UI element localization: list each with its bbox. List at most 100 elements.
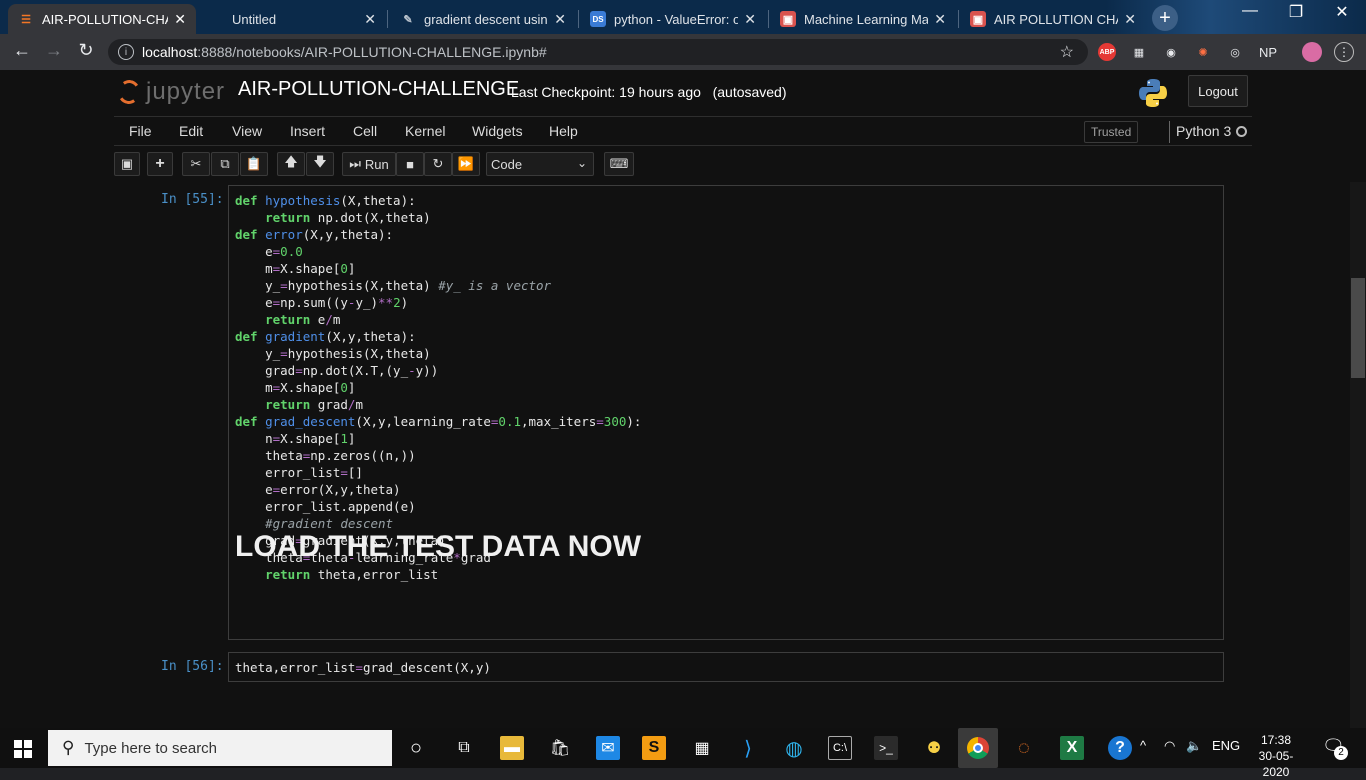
code-cell-editor[interactable]: theta,error_list=grad_descent(X,y)	[228, 652, 1224, 682]
menu-help[interactable]: Help	[549, 123, 578, 139]
tab-air-pollution-notebook[interactable]: ☰ AIR-POLLUTION-CHALL ✕	[8, 4, 196, 34]
adblock-label: ABP	[1099, 48, 1115, 56]
tab-gradient-descent[interactable]: ✎ gradient descent using ✕	[390, 4, 576, 34]
scrollbar-thumb[interactable]	[1351, 278, 1365, 378]
tab-machine-learning-mastery[interactable]: ▣ Machine Learning Mast ✕	[770, 4, 956, 34]
minimize-icon[interactable]: —	[1230, 2, 1270, 20]
close-icon[interactable]: ✕	[1124, 11, 1136, 28]
code-content[interactable]: def hypothesis(X,theta): return np.dot(X…	[235, 192, 641, 583]
bookmark-star-icon[interactable]: ☆	[1060, 42, 1074, 62]
windows-start-icon[interactable]	[14, 740, 32, 758]
close-window-icon[interactable]: ✕	[1322, 2, 1362, 22]
cortana-icon[interactable]: ○	[404, 736, 428, 760]
trusted-badge[interactable]: Trusted	[1084, 121, 1139, 143]
apps-grid-icon[interactable]: ▦	[690, 736, 714, 760]
back-arrow-icon[interactable]: ←	[10, 40, 34, 61]
excel-icon[interactable]: X	[1060, 736, 1084, 760]
taskbar-search-input[interactable]: ⚲ Type here to search	[48, 730, 392, 766]
tab-python-valueerror[interactable]: DS python - ValueError: op ✕	[580, 4, 766, 34]
vscode-icon[interactable]: ⟩	[736, 736, 760, 760]
chrome-taskbar-button[interactable]	[958, 728, 998, 768]
close-icon[interactable]: ✕	[744, 11, 756, 28]
address-bar: ← → ↻ i localhost :8888/notebooks/AIR-PO…	[0, 34, 1366, 70]
menu-kernel[interactable]: Kernel	[405, 123, 445, 139]
url-field[interactable]: i localhost :8888/notebooks/AIR-POLLUTIO…	[108, 39, 1088, 65]
tab-separator	[578, 10, 579, 28]
step-forward-icon: ⏭	[349, 156, 361, 171]
menu-edit[interactable]: Edit	[179, 123, 203, 139]
paste-button[interactable]: 📋	[240, 152, 268, 176]
code-content[interactable]: theta,error_list=grad_descent(X,y)	[235, 659, 491, 676]
close-icon[interactable]: ✕	[174, 11, 186, 28]
run-button[interactable]: ⏭ Run	[342, 152, 396, 176]
logout-button[interactable]: Logout	[1188, 75, 1248, 107]
menu-cell[interactable]: Cell	[353, 123, 377, 139]
jupyter-wordmark: jupyter	[146, 78, 226, 105]
menu-insert[interactable]: Insert	[290, 123, 325, 139]
menu-view[interactable]: View	[232, 123, 262, 139]
menu-file[interactable]: File	[129, 123, 152, 139]
python-taskbar-icon[interactable]: ⚉	[922, 736, 946, 760]
fire-extension-icon[interactable]: ✺	[1194, 43, 1212, 61]
wifi-icon[interactable]: ◠	[1164, 738, 1175, 754]
mail-icon[interactable]: ✉	[596, 736, 620, 760]
move-up-button[interactable]: 🡅	[277, 152, 305, 176]
restore-icon[interactable]: ❐	[1276, 2, 1316, 22]
task-view-icon[interactable]: ⧉	[452, 736, 476, 760]
image-extension-icon[interactable]: ▦	[1130, 43, 1148, 61]
restart-run-all-button[interactable]: ⏩	[452, 152, 480, 176]
restart-button[interactable]: ↻	[424, 152, 452, 176]
close-icon[interactable]: ✕	[554, 11, 566, 28]
volume-icon[interactable]: 🔈	[1186, 738, 1202, 754]
store-icon[interactable]: 🛍	[548, 736, 572, 760]
move-down-button[interactable]: 🡇	[306, 152, 334, 176]
forward-arrow-icon[interactable]: →	[42, 40, 66, 61]
cell-type-value: Code	[491, 156, 523, 172]
cut-button[interactable]: ✂	[182, 152, 210, 176]
system-clock[interactable]: 17:38 30-05-2020	[1246, 732, 1306, 780]
insert-cell-button[interactable]: +	[147, 152, 173, 176]
tab-separator	[387, 10, 388, 28]
markdown-heading: LOAD THE TEST DATA NOW	[235, 530, 642, 563]
jupyter-taskbar-icon[interactable]: ◌	[1012, 736, 1036, 760]
notebook-scrollbar[interactable]	[1350, 182, 1366, 728]
close-icon[interactable]: ✕	[934, 11, 946, 28]
new-tab-button[interactable]: +	[1152, 5, 1178, 31]
profile-avatar[interactable]	[1302, 42, 1322, 62]
sublime-text-icon[interactable]: S	[642, 736, 666, 760]
tab-air-pollution-challenge[interactable]: ▣ AIR POLLUTION CHALL ✕	[960, 4, 1146, 34]
np-extension-icon[interactable]: NP	[1256, 43, 1280, 61]
arrow-up-icon: 🡅	[284, 154, 298, 169]
command-palette-button[interactable]: ⌨	[604, 152, 634, 176]
notebook-title[interactable]: AIR-POLLUTION-CHALLENGE	[238, 78, 519, 101]
url-path: :8888/notebooks/AIR-POLLUTION-CHALLENGE.…	[197, 44, 547, 60]
spy-extension-icon[interactable]: ◉	[1162, 43, 1180, 61]
terminal-icon[interactable]: >_	[874, 736, 898, 760]
language-indicator[interactable]: ENG	[1212, 738, 1240, 753]
notebook-toolbar: ▣ + ✂ ⧉ 📋 🡅 🡇 ⏭ Run ■ ↻ ⏩ Code ⌄ ⌨	[114, 150, 1252, 180]
run-label: Run	[364, 156, 389, 172]
box-favicon-icon: ▣	[780, 11, 796, 27]
clock-date: 30-05-2020	[1258, 749, 1294, 779]
menu-dots-icon[interactable]: ⋮	[1334, 42, 1354, 62]
interrupt-button[interactable]: ■	[396, 152, 424, 176]
stop-icon: ■	[406, 156, 414, 172]
edge-icon[interactable]: ◍	[782, 736, 806, 760]
cmd-icon[interactable]: C:\	[828, 736, 852, 760]
info-icon[interactable]: i	[118, 44, 134, 60]
save-button[interactable]: ▣	[114, 152, 140, 176]
code-cell-editor[interactable]: def hypothesis(X,theta): return np.dot(X…	[228, 185, 1224, 640]
copy-button[interactable]: ⧉	[211, 152, 239, 176]
chrome-icon	[967, 737, 989, 759]
chevron-up-icon[interactable]: ^	[1140, 738, 1146, 753]
help-icon[interactable]: ?	[1108, 736, 1132, 760]
cell-type-select[interactable]: Code ⌄	[486, 152, 594, 176]
file-explorer-icon[interactable]: ▬	[500, 736, 524, 760]
reload-icon[interactable]: ↻	[74, 40, 98, 61]
menu-widgets[interactable]: Widgets	[472, 123, 523, 139]
target-extension-icon[interactable]: ◎	[1226, 43, 1244, 61]
adblock-extension-icon[interactable]: ABP	[1098, 43, 1116, 61]
jupyter-logo[interactable]: jupyter	[116, 78, 226, 106]
close-icon[interactable]: ✕	[364, 11, 376, 28]
tab-untitled[interactable]: Untitled ✕	[200, 4, 386, 34]
